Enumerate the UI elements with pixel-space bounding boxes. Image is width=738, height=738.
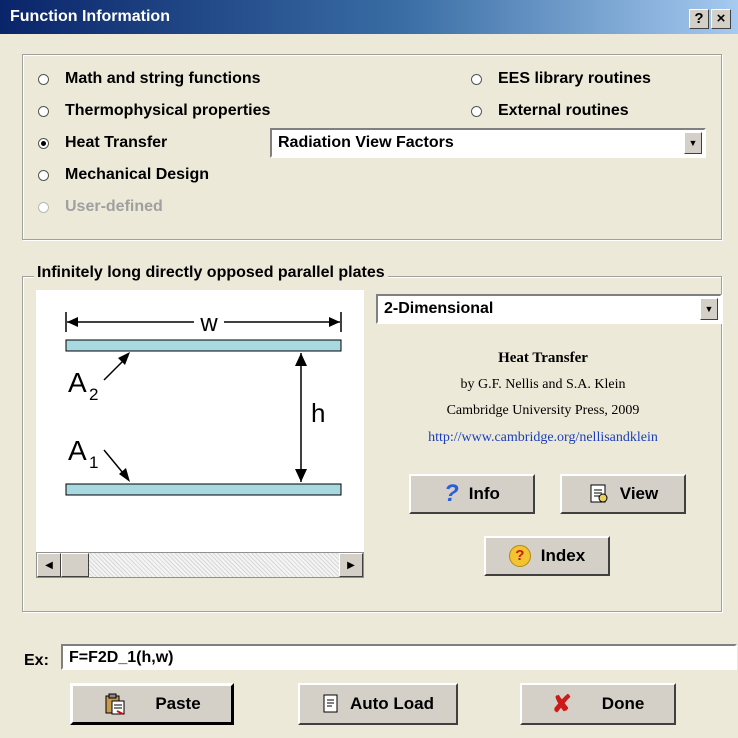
- radio-label: Heat Transfer: [65, 134, 168, 151]
- view-button-label: View: [619, 484, 659, 503]
- radio-label: External routines: [498, 102, 629, 119]
- index-button-label: Index: [540, 546, 586, 565]
- radio-dot: [38, 169, 49, 181]
- radio-thermophysical[interactable]: Thermophysical properties: [38, 102, 270, 120]
- scroll-thumb[interactable]: [61, 553, 89, 577]
- radio-dot: [38, 201, 49, 213]
- radio-mechanical-design[interactable]: Mechanical Design: [38, 166, 209, 184]
- radio-external-routines[interactable]: External routines: [471, 102, 629, 120]
- radio-user-defined: User-defined: [38, 198, 163, 216]
- radio-label: Thermophysical properties: [65, 102, 271, 119]
- dimension-select-value: 2-Dimensional: [384, 300, 494, 317]
- radio-label: User-defined: [65, 198, 163, 215]
- scroll-left-icon[interactable]: ◀: [37, 553, 61, 577]
- parallel-plates-diagram: w h A 2 A 1: [65, 310, 342, 496]
- view-document-icon: [588, 483, 610, 505]
- diagram-horizontal-scrollbar[interactable]: ◀ ▶: [36, 552, 364, 578]
- topic-select[interactable]: Radiation View Factors ▼: [270, 128, 706, 158]
- dimension-select[interactable]: 2-Dimensional ▼: [376, 294, 722, 324]
- area1-label: A: [68, 435, 87, 466]
- info-button-label: Info: [468, 484, 500, 503]
- radio-dot: [471, 105, 482, 117]
- help-button[interactable]: ?: [689, 9, 709, 29]
- radio-label: Math and string functions: [65, 70, 261, 87]
- view-button[interactable]: View: [560, 474, 686, 514]
- radio-label: Mechanical Design: [65, 166, 210, 183]
- paste-button[interactable]: Paste: [70, 683, 234, 725]
- plate-a1: [65, 483, 342, 496]
- group-title: Infinitely long directly opposed paralle…: [34, 264, 388, 282]
- auto-load-document-icon: [322, 694, 340, 714]
- radio-ees-library[interactable]: EES library routines: [471, 70, 651, 88]
- book-url-link[interactable]: http://www.cambridge.org/nellisandklein: [378, 430, 708, 446]
- index-button[interactable]: ? Index: [484, 536, 610, 576]
- auto-load-button[interactable]: Auto Load: [298, 683, 458, 725]
- area2-subscript: 2: [89, 385, 98, 404]
- dropdown-arrow-icon[interactable]: ▼: [700, 298, 718, 320]
- window-title: Function Information: [10, 8, 170, 25]
- done-button[interactable]: ✘ Done: [520, 683, 676, 725]
- done-button-label: Done: [601, 694, 645, 713]
- diagram-area: w h A 2 A 1: [36, 290, 364, 552]
- title-bar: Function Information ? ×: [0, 0, 738, 34]
- example-label: Ex:: [24, 652, 49, 669]
- topic-select-value: Radiation View Factors: [278, 134, 454, 151]
- book-title: Heat Transfer: [498, 350, 588, 366]
- radio-dot: [38, 73, 49, 85]
- auto-load-button-label: Auto Load: [349, 694, 435, 713]
- radio-math-string[interactable]: Math and string functions: [38, 70, 261, 88]
- paste-clipboard-icon: [103, 692, 127, 716]
- height-label: h: [311, 398, 325, 428]
- area2-label: A: [68, 367, 87, 398]
- info-question-icon: ?: [444, 480, 459, 507]
- radio-dot-selected: [38, 137, 49, 149]
- book-authors: by G.F. Nellis and S.A. Klein: [460, 377, 626, 392]
- radio-label: EES library routines: [498, 70, 651, 87]
- info-button[interactable]: ? Info: [409, 474, 535, 514]
- example-field[interactable]: F=F2D_1(h,w): [61, 644, 737, 670]
- index-help-icon: ?: [508, 545, 531, 567]
- book-publisher: Cambridge University Press, 2009: [446, 403, 640, 418]
- done-x-icon: ✘: [551, 690, 572, 718]
- radio-heat-transfer[interactable]: Heat Transfer: [38, 134, 167, 152]
- close-button[interactable]: ×: [711, 9, 731, 29]
- width-label: w: [199, 310, 218, 337]
- radio-dot: [38, 105, 49, 117]
- scroll-right-icon[interactable]: ▶: [339, 553, 363, 577]
- dropdown-arrow-icon[interactable]: ▼: [684, 132, 702, 154]
- radio-dot: [471, 73, 482, 85]
- area1-subscript: 1: [89, 453, 98, 472]
- plate-a2: [65, 339, 342, 352]
- paste-button-label: Paste: [155, 694, 201, 713]
